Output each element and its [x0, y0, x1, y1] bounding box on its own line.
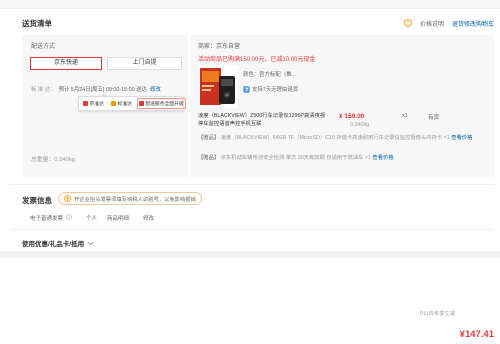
product-image[interactable]	[198, 65, 238, 108]
notice-icon	[64, 195, 71, 202]
shipping-option-self-pickup[interactable]: 上门自提	[107, 57, 182, 70]
gift-tag: 【赠品】	[198, 135, 220, 141]
jingzhunda-icon	[83, 101, 88, 106]
popup-option-label: 标准达	[117, 102, 132, 107]
delivery-schedule: 标 准 达： 预计 5月24日[周五] 09:00-15:00 送达 修改	[31, 85, 161, 93]
popup-option-service-upgrade[interactable]: 配送服务全面升级	[136, 98, 186, 109]
invoice-type: 电子普通发票	[30, 216, 64, 222]
payable-total: ¥147.41	[459, 329, 494, 340]
total-weight-value: 0.340kg	[54, 157, 75, 163]
checkout-page: 送货清单 价格说明 退货修改购物车 配送方式 京东快递 上门自提 标 准 达： …	[0, 0, 500, 344]
gift-text: 京东机动车辆电池安全检测 单次 30天有效期 仅适用于燃油车 ×1	[220, 155, 371, 161]
coupons-label: 使用优惠/礼品卡/抵用	[22, 241, 85, 248]
gift-item: 【赠品】 京东机动车辆电池安全检测 单次 30天有效期 仅适用于燃油车 ×1 查…	[198, 154, 488, 162]
return-policy: 支持7天无理由退货	[243, 85, 298, 93]
gift-item: 【赠品】 凌度（BLACKVIEW）64GB TF（MicroSD）C10 存储…	[198, 134, 488, 142]
product-title-link[interactable]: 凌度（BLACKVIEW）Z500行车记录仪1296P高清夜视停车监控语音声控手…	[198, 112, 326, 128]
invoice-title: 发票信息	[22, 196, 52, 205]
product-variant: 颜色：官方标配（推...	[243, 72, 297, 78]
price-explain-link[interactable]: 价格说明	[420, 19, 444, 28]
popup-option-label: 京准达	[89, 102, 104, 107]
chevron-down-icon	[87, 241, 94, 246]
delivery-service-popup: 京准达 标准达 配送服务全面升级	[78, 93, 186, 111]
seller-label: 商家：	[198, 44, 217, 50]
plus-discount-label: PLUS专享立减	[420, 311, 456, 317]
invoice-notice: 开企业抬头发票须填写纳税人识别号，以免影响报销	[58, 192, 202, 205]
return-policy-icon	[243, 85, 250, 93]
section-divider	[10, 184, 494, 185]
stock-status: 有货	[428, 115, 440, 121]
delivery-list-title: 送货清单	[22, 19, 52, 28]
promo-message: 活动商品已购满150.00元，已减10.00元现金	[198, 57, 316, 63]
help-icon[interactable]	[66, 214, 72, 220]
gift-view-price-link[interactable]: 查看价格	[451, 135, 472, 141]
schedule-label: 标 准 达：	[31, 87, 56, 93]
product-weight: 0.340kg	[350, 122, 370, 128]
price-info-icon[interactable]	[404, 19, 412, 27]
back-to-cart-link[interactable]: 退货修改购物车	[452, 19, 494, 28]
invoice-holder: 个人	[86, 216, 98, 222]
coupons-toggle[interactable]: 使用优惠/礼品卡/抵用	[22, 238, 94, 248]
popup-option-label: 配送服务全面升级	[145, 102, 184, 107]
top-strip	[0, 0, 500, 9]
service-upgrade-icon	[138, 101, 144, 106]
schedule-modify-link[interactable]: 修改	[150, 85, 161, 93]
order-items-panel: 商家：京东自营 活动商品已购满150.00元，已减10.00元现金 颜色：官方标…	[190, 35, 494, 177]
popup-option-biaozhunda[interactable]: 标准达	[109, 98, 134, 109]
section-divider	[10, 229, 494, 230]
popup-option-jingzhunda[interactable]: 京准达	[81, 98, 106, 109]
return-policy-text: 支持7天无理由退货	[252, 87, 299, 93]
invoice-content: 商品明细	[107, 216, 130, 222]
schedule-text: 预计 5月24日[周五] 09:00-15:00 送达	[58, 87, 147, 93]
section-separator	[0, 251, 500, 258]
invoice-notice-text: 开企业抬头发票须填写纳税人识别号，以免影响报销	[74, 196, 196, 203]
total-weight-label: 总重量：	[31, 157, 55, 163]
popup-arrow	[101, 93, 107, 96]
product-quantity: x1	[402, 113, 408, 119]
shipping-option-jd-express[interactable]: 京东快递	[30, 57, 102, 70]
gift-text: 凌度（BLACKVIEW）64GB TF（MicroSD）C10 存储卡高速耐用…	[220, 135, 450, 141]
total-weight: 总重量：0.340kg	[31, 154, 75, 163]
biaozhunda-icon	[110, 101, 116, 106]
product-price: ¥ 159.00	[339, 113, 365, 120]
seller-info: 商家：京东自营	[198, 41, 240, 50]
shipping-method-label: 配送方式	[31, 44, 56, 50]
shipping-panel: 配送方式 京东快递 上门自提 标 准 达： 预计 5月24日[周五] 09:00…	[22, 35, 188, 177]
seller-name: 京东自营	[216, 44, 241, 50]
gift-tag: 【赠品】	[198, 155, 220, 161]
gift-view-price-link[interactable]: 查看价格	[372, 155, 393, 161]
invoice-modify-link[interactable]: 修改	[143, 214, 154, 222]
